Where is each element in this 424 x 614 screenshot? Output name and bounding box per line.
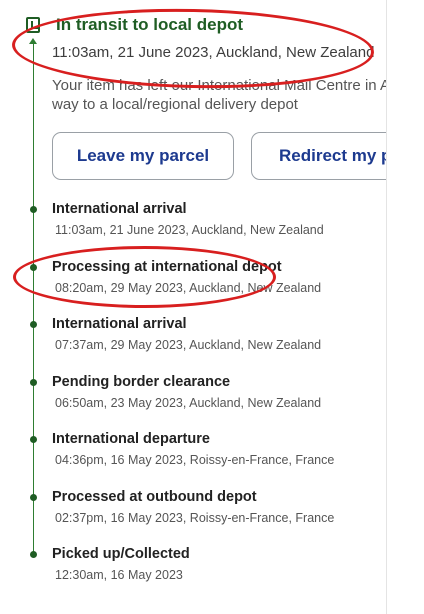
tracking-timeline-panel: In transit to local depot 11:03am, 21 Ju… <box>0 0 386 614</box>
event-title: International arrival <box>52 201 187 217</box>
timeline-event: International arrival 11:03am, 21 June 2… <box>0 201 386 251</box>
timeline-event: Processed at outbound depot 02:37pm, 16 … <box>0 489 386 539</box>
leave-my-parcel-button[interactable]: Leave my parcel <box>52 132 234 180</box>
event-datetime-location: 06:50am, 23 May 2023, Auckland, New Zeal… <box>55 396 322 410</box>
redirect-my-parcel-button[interactable]: Redirect my p <box>251 132 386 180</box>
event-title: International departure <box>52 431 210 447</box>
timeline-dot-icon <box>30 206 37 213</box>
red-annotation-ellipse <box>13 246 276 308</box>
timeline-dot-icon <box>30 436 37 443</box>
timeline-dot-icon <box>30 494 37 501</box>
event-title: Pending border clearance <box>52 374 231 390</box>
timeline-event: Pending border clearance 06:50am, 23 May… <box>0 374 386 424</box>
timeline-dot-icon <box>30 551 37 558</box>
event-datetime-location: 02:37pm, 16 May 2023, Roissy-en-France, … <box>55 511 335 525</box>
event-datetime-location: 11:03am, 21 June 2023, Auckland, New Zea… <box>55 223 324 237</box>
timeline-dot-icon <box>30 321 37 328</box>
timeline-event: International departure 04:36pm, 16 May … <box>0 431 386 481</box>
event-title: Processed at outbound depot <box>52 489 257 505</box>
panel-edge-divider <box>386 0 387 614</box>
timeline-dot-icon <box>30 379 37 386</box>
event-title: Picked up/Collected <box>52 546 190 562</box>
event-datetime-location: 04:36pm, 16 May 2023, Roissy-en-France, … <box>55 453 335 467</box>
timeline-event: Picked up/Collected 12:30am, 16 May 2023 <box>0 546 386 596</box>
timeline-event: International arrival 07:37am, 29 May 20… <box>0 316 386 366</box>
event-datetime-location: 12:30am, 16 May 2023 <box>55 568 183 582</box>
event-datetime-location: 07:37am, 29 May 2023, Auckland, New Zeal… <box>55 338 322 352</box>
current-status-description-line: way to a local/regional delivery depot <box>52 96 298 113</box>
event-title: International arrival <box>52 316 187 332</box>
